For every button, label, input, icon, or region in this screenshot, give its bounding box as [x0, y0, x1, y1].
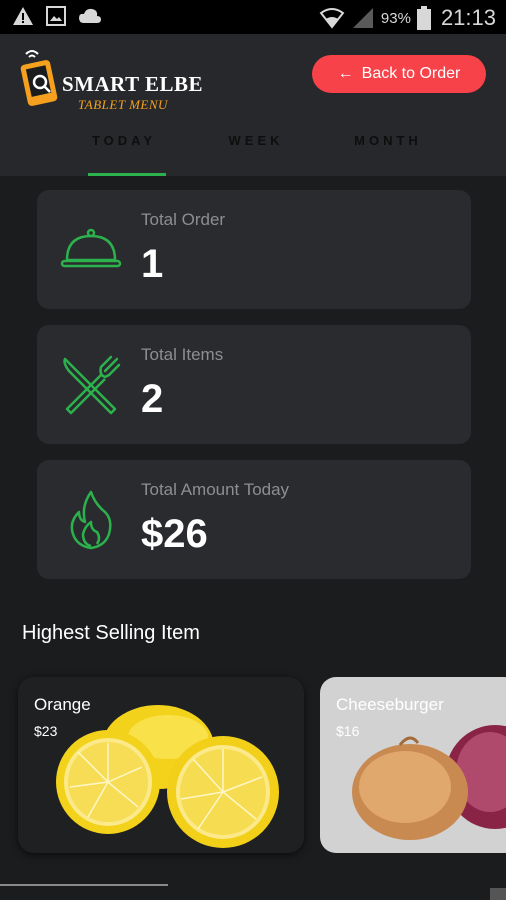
stat-label: Total Amount Today: [141, 480, 290, 499]
tab-today[interactable]: TODAY: [58, 126, 190, 176]
period-tabs: TODAY WEEK MONTH: [58, 126, 458, 176]
stat-label: Total Order: [141, 210, 226, 229]
tab-month[interactable]: MONTH: [322, 126, 454, 176]
scroll-indicator: [0, 884, 168, 886]
logo: SMART ELBE TABLET MENU: [20, 44, 203, 116]
product-price: $16: [336, 723, 360, 739]
arrow-left-icon: ←: [337, 65, 354, 82]
battery-percent: 93%: [380, 9, 411, 27]
product-card-cheeseburger[interactable]: Cheeseburger $16: [320, 677, 506, 853]
back-to-order-button[interactable]: ← Back to Order: [312, 55, 486, 93]
flame-icon: [70, 490, 112, 550]
stat-card-total-order: Total Order 1: [37, 190, 471, 309]
warning-icon: [13, 7, 33, 25]
signal-icon: [352, 8, 373, 28]
status-bar: 93% 21:13: [0, 0, 506, 34]
app-header: SMART ELBE TABLET MENU ← Back to Order T…: [0, 34, 506, 176]
product-name: Cheeseburger: [336, 695, 444, 714]
product-card-orange[interactable]: Orange $23: [18, 677, 304, 853]
wifi-icon: [319, 8, 345, 29]
cloud-icon: [79, 8, 101, 23]
food-cloche-icon: [60, 228, 122, 268]
stat-label: Total Items: [141, 345, 224, 364]
logo-title: SMART ELBE: [62, 72, 203, 96]
clock: 21:13: [440, 5, 496, 30]
battery-icon: [416, 6, 431, 30]
section-title: Highest Selling Item: [22, 622, 200, 644]
product-price: $23: [34, 723, 58, 739]
image-icon: [46, 6, 66, 26]
scroll-handle: [490, 888, 506, 900]
stat-card-total-items: Total Items 2: [37, 325, 471, 444]
stat-value: $26: [141, 512, 208, 556]
back-button-label: Back to Order: [361, 65, 461, 82]
tab-week[interactable]: WEEK: [190, 126, 322, 176]
stat-card-total-amount: Total Amount Today $26: [37, 460, 471, 579]
stat-value: 2: [141, 377, 164, 421]
product-name: Orange: [34, 695, 91, 714]
fork-knife-icon: [63, 355, 121, 415]
logo-subtitle: TABLET MENU: [78, 97, 168, 112]
stat-value: 1: [141, 242, 164, 286]
tablet-logo-icon: [20, 50, 58, 106]
